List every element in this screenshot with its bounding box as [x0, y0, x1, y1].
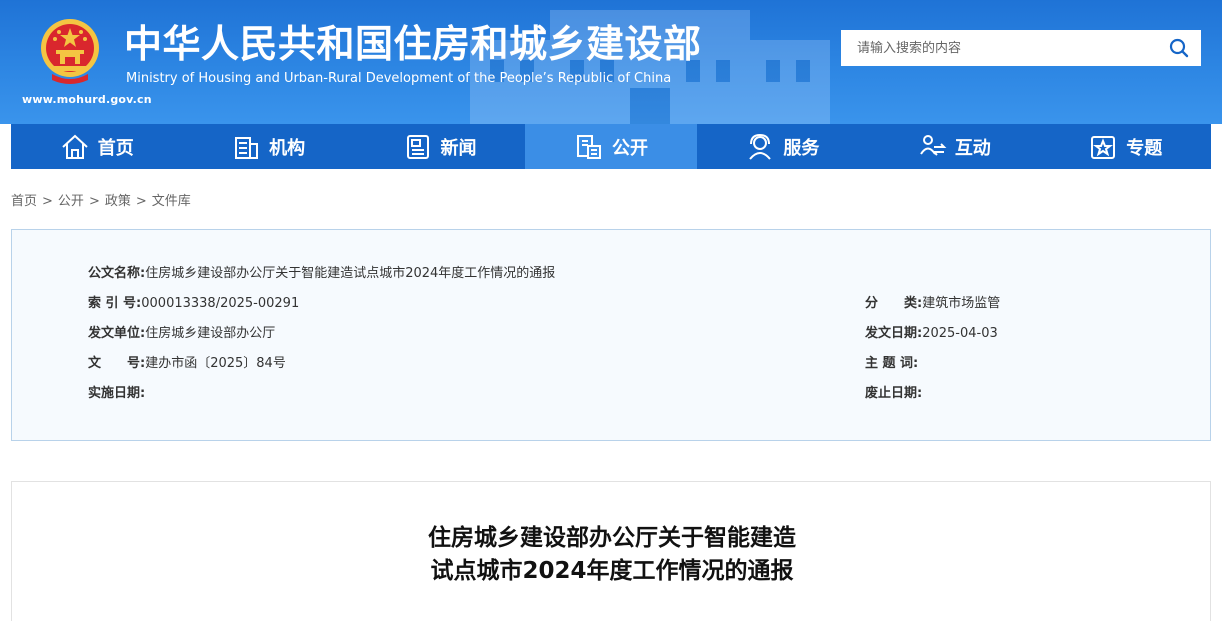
article-title-line2: 试点城市2024年度工作情况的通报 — [430, 558, 794, 584]
nav-item-interaction[interactable]: 互动 — [868, 124, 1039, 169]
search-button[interactable] — [1157, 30, 1201, 66]
breadcrumb: 首页 > 公开 > 政策 > 文件库 — [11, 194, 191, 209]
article-container: 住房城乡建设部办公厅关于智能建造 试点城市2024年度工作情况的通报 — [11, 481, 1211, 621]
nav-item-public[interactable]: 公开 — [525, 124, 697, 169]
search-icon — [1169, 38, 1189, 58]
topic-icon — [1091, 135, 1116, 159]
service-icon — [749, 133, 772, 160]
nav-item-topic[interactable]: 专题 — [1040, 124, 1211, 169]
nav-label: 首页 — [97, 137, 134, 159]
meta-keywords: 主 题 词: — [865, 352, 918, 371]
meta-value: 建筑市场监管 — [922, 296, 1001, 311]
nav-item-service[interactable]: 服务 — [697, 124, 868, 169]
meta-doc-name: 公文名称:住房城乡建设部办公厅关于智能建造试点城市2024年度工作情况的通报 — [88, 262, 555, 281]
interaction-icon — [919, 134, 947, 156]
meta-label: 发文单位: — [88, 326, 146, 341]
home-icon — [62, 134, 88, 159]
nav-label: 互动 — [954, 137, 991, 159]
nav-item-home[interactable]: 首页 — [11, 124, 182, 169]
breadcrumb-public[interactable]: 公开 — [58, 194, 84, 209]
meta-label: 文 号: — [88, 356, 146, 371]
meta-doc-no: 文 号:建办市函〔2025〕84号 — [88, 352, 286, 371]
breadcrumb-policy[interactable]: 政策 — [105, 194, 131, 209]
site-title-cn[interactable]: 中华人民共和国住房和城乡建设部 — [124, 21, 702, 67]
meta-value: 2025-04-03 — [922, 326, 998, 341]
meta-category: 分 类:建筑市场监管 — [865, 292, 1000, 311]
nav-label: 专题 — [1126, 137, 1163, 159]
article-title-line1: 住房城乡建设部办公厅关于智能建造 — [428, 525, 796, 551]
main-nav: 首页 机构 新闻 公开 服务 互动 专题 — [11, 124, 1211, 169]
nav-label: 新闻 — [440, 137, 477, 159]
breadcrumb-library[interactable]: 文件库 — [152, 194, 191, 209]
meta-label: 废止日期: — [865, 386, 923, 401]
meta-label: 索 引 号: — [88, 296, 142, 311]
meta-label: 主 题 词: — [865, 356, 919, 371]
nav-label: 机构 — [269, 137, 306, 159]
building-icon — [235, 136, 259, 159]
meta-value: 住房城乡建设部办公厅 — [145, 326, 276, 341]
meta-expire-date: 废止日期: — [865, 382, 922, 401]
nav-label: 服务 — [783, 137, 820, 159]
meta-label: 分 类: — [865, 296, 923, 311]
article-title: 住房城乡建设部办公厅关于智能建造 试点城市2024年度工作情况的通报 — [12, 522, 1212, 588]
nav-label: 公开 — [611, 137, 648, 159]
meta-index: 索 引 号:000013338/2025-00291 — [88, 292, 299, 311]
search-input[interactable] — [841, 31, 1157, 65]
meta-label: 公文名称: — [88, 266, 146, 281]
meta-issuer: 发文单位:住房城乡建设部办公厅 — [88, 322, 275, 341]
meta-label: 发文日期: — [865, 326, 923, 341]
site-domain: www.mohurd.gov.cn — [22, 93, 152, 106]
news-icon — [406, 134, 429, 159]
site-title-en: Ministry of Housing and Urban-Rural Deve… — [126, 71, 672, 86]
meta-value: 000013338/2025-00291 — [141, 296, 300, 311]
meta-date: 发文日期:2025-04-03 — [865, 322, 998, 341]
meta-label: 实施日期: — [88, 386, 146, 401]
meta-effective-date: 实施日期: — [88, 382, 145, 401]
site-header: www.mohurd.gov.cn 中华人民共和国住房和城乡建设部 Minist… — [0, 0, 1222, 124]
nav-item-org[interactable]: 机构 — [182, 124, 353, 169]
breadcrumb-home[interactable]: 首页 — [11, 194, 37, 209]
meta-value: 住房城乡建设部办公厅关于智能建造试点城市2024年度工作情况的通报 — [145, 266, 556, 281]
meta-value: 建办市函〔2025〕84号 — [145, 356, 286, 371]
nav-item-news[interactable]: 新闻 — [354, 124, 525, 169]
public-icon — [576, 134, 601, 159]
national-emblem-logo — [41, 19, 99, 84]
search-box — [841, 30, 1201, 66]
document-meta-panel: 公文名称:住房城乡建设部办公厅关于智能建造试点城市2024年度工作情况的通报 索… — [11, 229, 1211, 441]
